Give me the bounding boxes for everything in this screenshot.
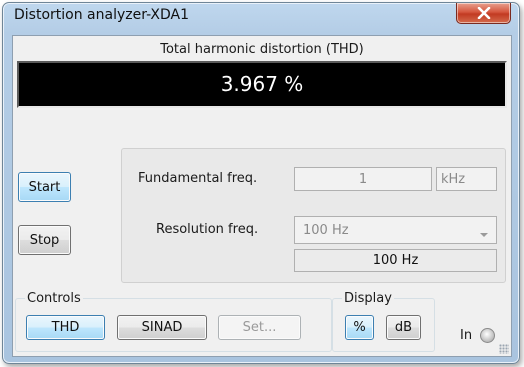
input-indicator-icon [480,328,495,343]
resize-grip-icon[interactable] [499,344,509,354]
thd-caption: Total harmonic distortion (THD) [160,42,364,57]
title-bar[interactable]: Distortion analyzer-XDA1 [3,3,519,33]
thd-mode-button[interactable]: THD [26,315,105,340]
resolution-freq-select[interactable]: 100 Hz [294,216,497,244]
close-button[interactable] [456,3,511,24]
frequency-panel: Fundamental freq. 1 kHz Resolution freq.… [121,148,506,283]
close-icon [477,7,491,19]
db-unit-button[interactable]: dB [386,315,421,340]
fundamental-freq-label: Fundamental freq. [138,171,258,186]
resolution-freq-label: Resolution freq. [156,222,259,237]
distortion-analyzer-window: Distortion analyzer-XDA1 Total harmonic … [2,2,520,364]
set-button[interactable]: Set... [218,315,301,340]
fundamental-freq-input[interactable]: 1 [294,167,432,191]
start-button[interactable]: Start [18,172,71,202]
display-group-title: Display [342,291,394,306]
resolution-freq-selected: 100 Hz [303,222,349,238]
fundamental-freq-unit: kHz [436,167,497,191]
percent-unit-button[interactable]: % [345,315,374,340]
window-title: Distortion analyzer-XDA1 [14,7,190,23]
client-area: Total harmonic distortion (THD) 3.967 % … [12,35,512,357]
sinad-mode-button[interactable]: SINAD [117,315,207,340]
stop-button[interactable]: Stop [18,225,71,255]
resolution-freq-readout: 100 Hz [294,249,497,272]
thd-readout: 3.967 % [17,61,507,108]
chevron-down-icon [479,227,489,242]
controls-group-title: Controls [25,291,83,306]
input-indicator-label: In [460,328,473,343]
